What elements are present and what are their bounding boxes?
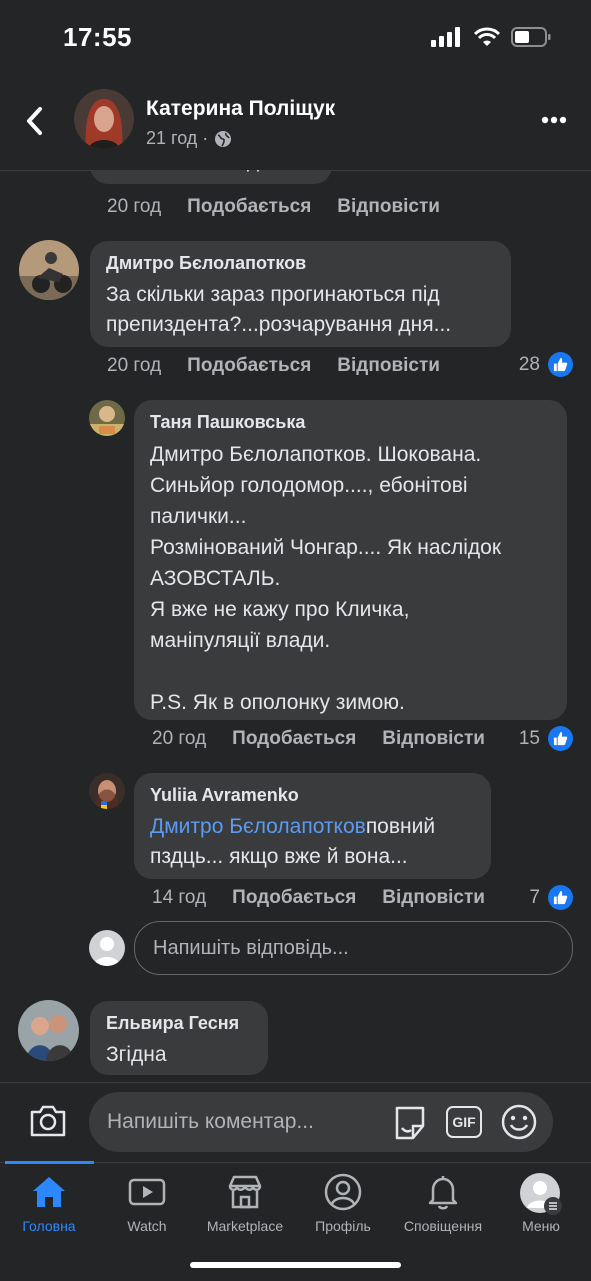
- comment-author[interactable]: Yuliia Avramenko: [150, 785, 475, 806]
- comment-text: Згідна: [106, 1043, 167, 1066]
- mention-link[interactable]: Дмитро Бєлолапотков: [150, 815, 366, 838]
- watch-icon: [128, 1178, 166, 1206]
- reaction-count[interactable]: 15: [519, 726, 573, 751]
- globe-icon: [215, 130, 232, 147]
- tab-watch[interactable]: Watch: [98, 1172, 196, 1234]
- tab-profile[interactable]: Профіль: [294, 1172, 392, 1234]
- comment-actions: 20 год Подобається Відповісти: [152, 728, 511, 750]
- like-reaction-icon: [548, 352, 573, 377]
- reply-bubble: Yuliia Avramenko Дмитро Бєлолапотковповн…: [134, 773, 491, 879]
- like-reaction-icon: [548, 885, 573, 910]
- sticker-icon[interactable]: [391, 1104, 429, 1142]
- tab-label: Сповіщення: [403, 1218, 483, 1234]
- comment-time: 20 год: [107, 355, 162, 376]
- more-options-icon[interactable]: [541, 116, 567, 124]
- comment-actions: 20 год Подобається Відповісти: [107, 355, 466, 377]
- post-author-avatar[interactable]: [74, 89, 134, 149]
- comment-text: Дмитро Бєлолапотков. Шокована. Синьйор г…: [150, 443, 502, 714]
- prev-comment-actions: 20 год Подобається Відповісти: [107, 196, 466, 218]
- reply-input[interactable]: Напишіть відповідь...: [134, 921, 573, 975]
- avatar[interactable]: [19, 240, 79, 300]
- like-reaction-icon: [548, 726, 573, 751]
- tab-marketplace[interactable]: Marketplace: [196, 1172, 294, 1234]
- tab-label: Профіль: [315, 1218, 371, 1234]
- tab-label: Меню: [522, 1218, 560, 1234]
- tab-notifications[interactable]: Сповіщення: [392, 1172, 494, 1234]
- camera-icon[interactable]: [28, 1103, 68, 1139]
- reply-button[interactable]: Відповісти: [382, 728, 485, 750]
- comment-bubble: Дмитро Бєлолапотков За скільки зараз про…: [90, 241, 511, 347]
- tab-label: Головна: [22, 1218, 76, 1234]
- comment-text: За скільки зараз прогинаються під препиз…: [106, 283, 452, 336]
- reaction-number: 7: [529, 886, 540, 908]
- back-arrow-icon[interactable]: [20, 104, 50, 138]
- menu-icon: [520, 1173, 562, 1215]
- post-time: 21 год ·: [146, 128, 209, 148]
- comment-bubble: Ельвира Гесня Згідна: [90, 1001, 268, 1075]
- comment-input[interactable]: Напишіть коментар...: [89, 1092, 553, 1152]
- comment-time: 20 год: [152, 728, 207, 749]
- tab-home[interactable]: Головна: [0, 1172, 98, 1234]
- reply-bubble: Таня Пашковська Дмитро Бєлолапотков. Шок…: [134, 400, 567, 720]
- wifi-icon: [473, 27, 501, 46]
- reaction-number: 15: [518, 727, 540, 749]
- bell-icon: [428, 1176, 458, 1210]
- profile-icon: [324, 1173, 362, 1211]
- reaction-count[interactable]: 28: [519, 352, 573, 377]
- emoji-icon[interactable]: [500, 1103, 538, 1141]
- comment-author[interactable]: Дмитро Бєлолапотков: [106, 253, 495, 274]
- home-icon: [33, 1177, 65, 1207]
- avatar[interactable]: [18, 1000, 79, 1061]
- tab-menu[interactable]: Меню: [492, 1172, 590, 1234]
- current-user-avatar: [89, 930, 125, 966]
- status-icons: [431, 27, 551, 47]
- reply-button[interactable]: Відповісти: [382, 887, 485, 909]
- marketplace-icon: [228, 1175, 262, 1209]
- comment-time: 14 год: [152, 887, 207, 908]
- reaction-count[interactable]: 7: [529, 885, 573, 910]
- post-meta: 21 год ·: [146, 128, 232, 149]
- like-button[interactable]: Подобається: [232, 728, 356, 750]
- tab-label: Marketplace: [206, 1218, 284, 1234]
- comment-time: 20 год: [107, 196, 162, 217]
- comment-actions: 14 год Подобається Відповісти: [152, 887, 511, 909]
- gif-button[interactable]: GIF: [446, 1106, 482, 1138]
- comment-input-placeholder: Напишіть коментар...: [107, 1110, 314, 1133]
- like-button[interactable]: Подобається: [187, 196, 311, 218]
- post-author-name[interactable]: Катерина Поліщук: [146, 97, 335, 121]
- home-indicator: [190, 1262, 401, 1268]
- active-tab-indicator: [5, 1161, 94, 1164]
- battery-icon: [511, 27, 551, 47]
- comment-text-container: Дмитро Бєлолапотковповний пздць... якщо …: [150, 812, 475, 872]
- like-button[interactable]: Подобається: [187, 355, 311, 377]
- avatar[interactable]: [89, 400, 125, 436]
- like-button[interactable]: Подобається: [232, 887, 356, 909]
- tab-label: Watch: [127, 1218, 167, 1234]
- gif-label: GIF: [452, 1114, 476, 1130]
- reaction-number: 28: [518, 353, 540, 375]
- comment-author[interactable]: Таня Пашковська: [150, 412, 551, 433]
- reply-button[interactable]: Відповісти: [337, 196, 440, 218]
- avatar[interactable]: [89, 773, 125, 809]
- signal-icon: [431, 27, 460, 47]
- comment-author[interactable]: Ельвира Гесня: [106, 1013, 252, 1034]
- reply-button[interactable]: Відповісти: [337, 355, 440, 377]
- status-time: 17:55: [63, 22, 132, 52]
